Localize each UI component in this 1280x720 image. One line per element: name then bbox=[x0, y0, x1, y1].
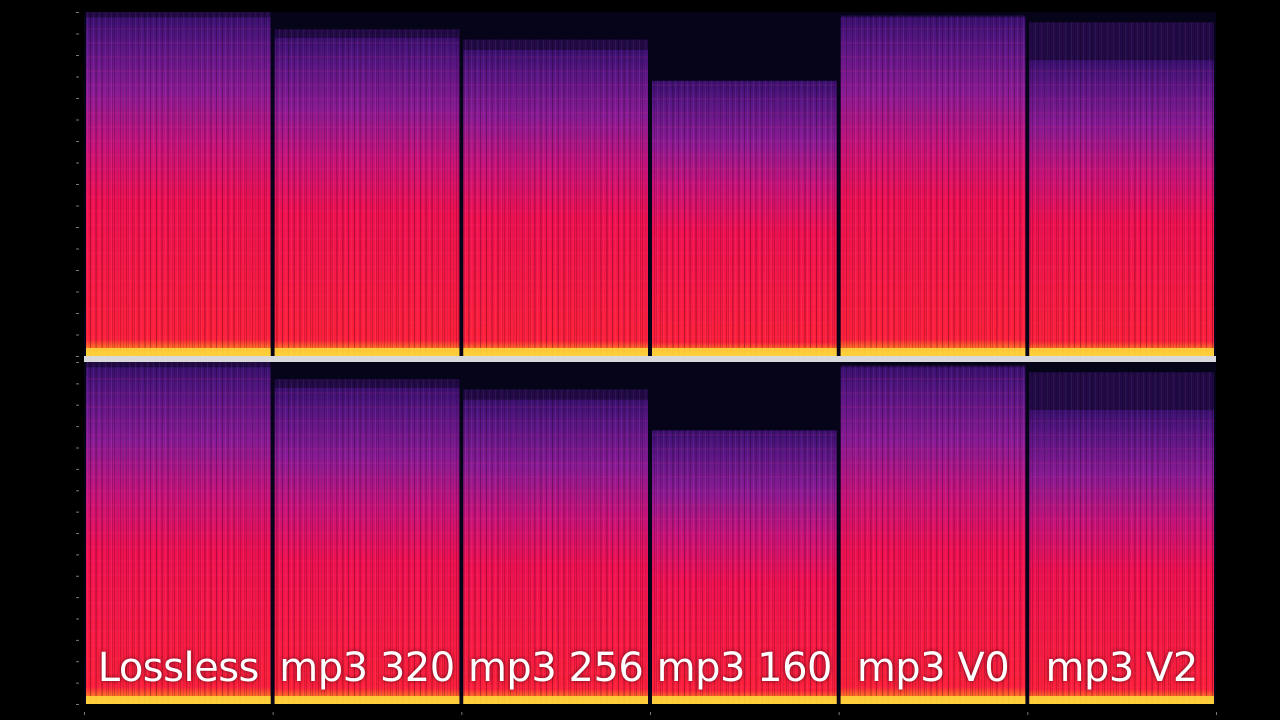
segment-label: mp3 V0 bbox=[856, 645, 1010, 691]
texture-bands bbox=[463, 49, 648, 357]
texture-bands bbox=[1029, 60, 1214, 356]
axis-tick bbox=[76, 618, 79, 620]
axis-tick bbox=[76, 575, 79, 577]
time-tick bbox=[838, 712, 840, 715]
low-frequency-band bbox=[274, 348, 460, 356]
low-frequency-band bbox=[463, 696, 648, 704]
axis-tick bbox=[76, 356, 79, 357]
axis-tick bbox=[76, 704, 79, 705]
texture-bands bbox=[652, 80, 837, 357]
time-tick bbox=[650, 712, 651, 715]
axis-tick bbox=[76, 383, 79, 385]
low-frequency-band bbox=[1029, 696, 1214, 704]
segment-label: mp3 160 bbox=[656, 645, 833, 691]
axis-tick bbox=[76, 227, 79, 228]
channel-separator bbox=[84, 356, 1216, 362]
time-tick bbox=[1216, 712, 1217, 715]
axis-tick bbox=[76, 447, 79, 449]
axis-tick bbox=[76, 511, 79, 513]
axis-tick bbox=[76, 639, 79, 641]
low-frequency-band bbox=[86, 348, 271, 356]
low-frequency-band bbox=[86, 696, 271, 704]
axis-tick bbox=[76, 205, 79, 207]
time-tick bbox=[272, 712, 274, 715]
segment-label: mp3 320 bbox=[279, 645, 455, 691]
axis-tick bbox=[76, 119, 79, 121]
low-frequency-band bbox=[274, 696, 460, 704]
spectrogram-comparison: Lossless mp3 320 mp3 256 mp3 160 mp3 V0 mp3 V… bbox=[0, 0, 1280, 720]
axis-tick bbox=[76, 248, 79, 250]
low-frequency-band bbox=[840, 696, 1026, 704]
axis-tick bbox=[76, 334, 79, 336]
low-frequency-band bbox=[840, 348, 1026, 356]
axis-tick bbox=[76, 404, 79, 406]
axis-tick bbox=[76, 533, 79, 534]
axis-tick bbox=[76, 184, 79, 185]
spectrogram-segment-5-upper bbox=[1029, 22, 1214, 356]
axis-tick bbox=[76, 468, 79, 470]
time-tick bbox=[84, 712, 85, 715]
axis-tick bbox=[76, 270, 79, 271]
spectrogram-segment-4-upper bbox=[840, 15, 1026, 356]
axis-tick bbox=[76, 162, 79, 164]
spectrogram-segment-2-upper bbox=[463, 39, 648, 357]
axis-tick bbox=[76, 33, 79, 35]
axis-tick bbox=[76, 55, 79, 56]
axis-tick bbox=[76, 313, 79, 314]
axis-tick bbox=[76, 291, 79, 293]
segment-label: Lossless bbox=[97, 645, 260, 691]
time-tick bbox=[461, 712, 463, 715]
segment-label: mp3 V2 bbox=[1045, 645, 1198, 691]
texture-bands bbox=[274, 37, 460, 357]
axis-tick bbox=[76, 554, 79, 556]
axis-tick bbox=[76, 661, 79, 663]
spectrogram-segment-1-upper bbox=[274, 29, 460, 357]
texture-bands bbox=[840, 17, 1026, 356]
axis-tick bbox=[76, 597, 79, 599]
axis-tick bbox=[76, 98, 79, 99]
low-frequency-band bbox=[652, 696, 837, 704]
low-frequency-band bbox=[652, 348, 837, 356]
spectrogram-plot bbox=[0, 0, 1280, 720]
time-tick bbox=[1027, 712, 1029, 715]
axis-tick bbox=[76, 141, 79, 142]
spectrogram-segment-3-upper bbox=[652, 80, 837, 357]
axis-tick bbox=[76, 426, 79, 428]
segment-label: mp3 256 bbox=[467, 645, 644, 691]
axis-tick bbox=[76, 362, 79, 363]
low-frequency-band bbox=[1029, 348, 1214, 356]
axis-tick bbox=[76, 490, 79, 492]
spectrogram-segment-0-upper bbox=[86, 12, 271, 356]
axis-tick bbox=[76, 76, 79, 78]
axis-tick bbox=[76, 12, 79, 13]
axis-tick bbox=[76, 682, 79, 684]
texture-bands bbox=[86, 17, 271, 356]
low-frequency-band bbox=[463, 348, 648, 356]
